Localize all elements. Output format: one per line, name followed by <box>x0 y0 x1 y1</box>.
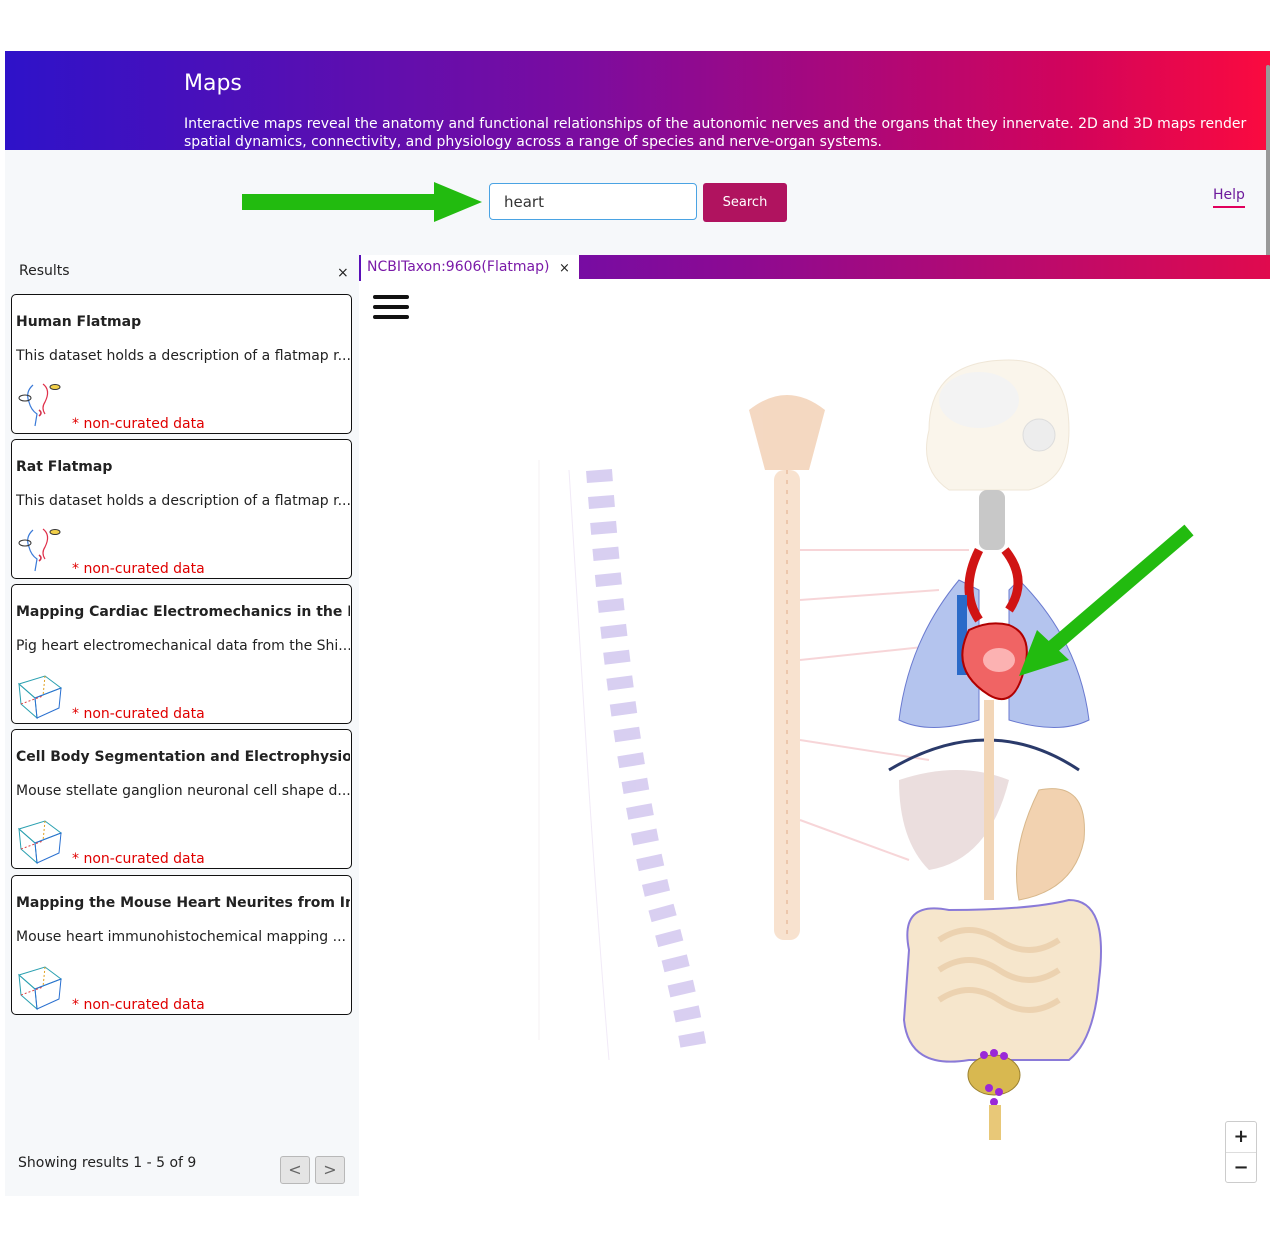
non-curated-tag: * non-curated data <box>72 851 205 867</box>
non-curated-tag: * non-curated data <box>72 416 205 432</box>
zoom-out-button[interactable]: − <box>1226 1152 1256 1183</box>
result-card-description: Mouse stellate ganglion neuronal cell sh… <box>16 783 350 799</box>
next-page-button[interactable]: > <box>315 1156 345 1184</box>
result-card-description: Pig heart electromechanical data from th… <box>16 638 350 654</box>
result-card-title[interactable]: Mapping Cardiac Electromechanics in the … <box>16 604 350 620</box>
stomach <box>1016 788 1085 901</box>
result-card-title[interactable]: Cell Body Segmentation and Electrophysio… <box>16 749 350 765</box>
bladder <box>967 1054 1021 1096</box>
result-card[interactable]: Rat Flatmap This dataset holds a descrip… <box>11 439 352 579</box>
urethra <box>989 1105 1001 1140</box>
search-input[interactable] <box>489 183 697 220</box>
face-flatmap-icon[interactable] <box>15 525 65 575</box>
annotation-arrow-icon <box>242 182 482 222</box>
face-flatmap-icon[interactable] <box>15 380 65 430</box>
help-link[interactable]: Help <box>1213 187 1245 208</box>
result-card[interactable]: Mapping the Mouse Heart Neurites from Im… <box>11 875 352 1015</box>
header-banner: Maps Interactive maps reveal the anatomy… <box>5 51 1270 895</box>
search-button[interactable]: Search <box>703 183 787 222</box>
pagination-text: Showing results 1 - 5 of 9 <box>18 1155 197 1171</box>
result-card[interactable]: Human Flatmap This dataset holds a descr… <box>11 294 352 434</box>
result-card-description: Mouse heart immunohistochemical mapping … <box>16 929 346 945</box>
cube-3d-icon[interactable] <box>15 961 65 1011</box>
result-card[interactable]: Mapping Cardiac Electromechanics in the … <box>11 584 352 724</box>
tab-flatmap[interactable]: NCBITaxon:9606(Flatmap) × <box>359 255 579 281</box>
tab-bar: NCBITaxon:9606(Flatmap) × <box>359 255 1270 281</box>
cube-3d-icon[interactable] <box>15 670 65 720</box>
prev-page-button[interactable]: < <box>280 1156 310 1184</box>
annotation-arrow-icon <box>1019 524 1194 676</box>
tab-close-icon[interactable]: × <box>559 261 570 276</box>
trachea <box>979 490 1005 550</box>
large-intestine <box>902 898 1102 1063</box>
page-description: Interactive maps reveal the anatomy and … <box>184 116 1247 150</box>
results-close-button[interactable]: × <box>337 265 349 281</box>
result-card[interactable]: Cell Body Segmentation and Electrophysio… <box>11 729 352 869</box>
cube-3d-icon[interactable] <box>15 815 65 865</box>
result-card-title[interactable]: Human Flatmap <box>16 314 350 330</box>
page-title: Maps <box>184 71 242 96</box>
flatmap-canvas[interactable] <box>509 340 1269 1140</box>
results-title: Results <box>19 263 70 279</box>
map-panel[interactable]: NCBITaxon:9606(Flatmap) × + − <box>359 255 1270 1196</box>
zoom-control: + − <box>1225 1121 1257 1183</box>
result-card-description: This dataset holds a description of a fl… <box>16 493 350 509</box>
head-outline <box>926 359 1070 491</box>
result-card-title[interactable]: Rat Flatmap <box>16 459 350 475</box>
zoom-in-button[interactable]: + <box>1226 1122 1256 1152</box>
non-curated-tag: * non-curated data <box>72 997 205 1013</box>
aorta <box>964 547 1023 623</box>
vertebral-column <box>538 460 707 1061</box>
non-curated-tag: * non-curated data <box>72 706 205 722</box>
result-card-description: This dataset holds a description of a fl… <box>16 348 350 364</box>
tab-label[interactable]: NCBITaxon:9606(Flatmap) <box>367 259 549 275</box>
result-card-title[interactable]: Mapping the Mouse Heart Neurites from Im… <box>16 895 350 911</box>
maps-app: Maps Interactive maps reveal the anatomy… <box>5 51 1270 1196</box>
hamburger-menu-icon[interactable] <box>373 295 409 323</box>
non-curated-tag: * non-curated data <box>72 561 205 577</box>
